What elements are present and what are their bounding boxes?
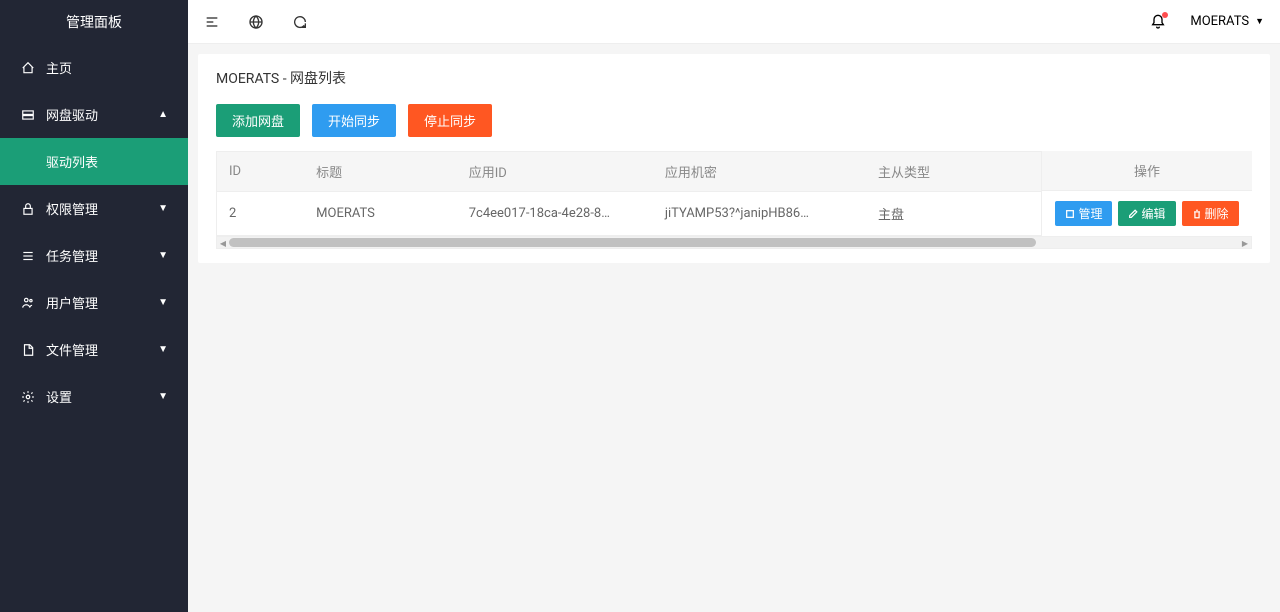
scroll-left-icon[interactable]: ◀ <box>217 237 229 249</box>
chevron-down-icon: ▼ <box>158 297 168 308</box>
add-disk-button[interactable]: 添加网盘 <box>216 104 300 137</box>
sidebar-item-label: 设置 <box>46 387 158 406</box>
globe-icon[interactable] <box>248 14 264 30</box>
chevron-down-icon: ▼ <box>158 391 168 402</box>
sidebar-item-users[interactable]: 用户管理 ▼ <box>0 279 188 326</box>
stop-sync-button[interactable]: 停止同步 <box>408 104 492 137</box>
drive-icon <box>20 107 36 123</box>
manage-button[interactable]: 管理 <box>1055 201 1112 226</box>
refresh-icon[interactable] <box>292 14 308 30</box>
scrollbar-thumb[interactable] <box>229 238 1036 247</box>
sidebar-item-label: 权限管理 <box>46 199 158 218</box>
col-title: 标题 <box>304 152 457 192</box>
sidebar-item-label: 网盘驱动 <box>46 105 158 124</box>
col-app-id: 应用ID <box>457 152 653 192</box>
delete-button[interactable]: 删除 <box>1182 201 1239 226</box>
users-icon <box>20 295 36 311</box>
scroll-right-icon[interactable]: ▶ <box>1239 237 1251 249</box>
sidebar-item-drive[interactable]: 网盘驱动 ▲ <box>0 91 188 138</box>
col-action: 操作 <box>1042 151 1252 191</box>
col-app-secret: 应用机密 <box>653 152 866 192</box>
horizontal-scrollbar[interactable]: ◀ ▶ <box>216 237 1252 249</box>
user-menu[interactable]: MOERATS ▼ <box>1190 14 1264 29</box>
notification-dot <box>1162 12 1168 18</box>
lock-icon <box>20 201 36 217</box>
page-title: MOERATS - 网盘列表 <box>216 68 1252 88</box>
files-icon <box>20 342 36 358</box>
sidebar-title: 管理面板 <box>0 0 188 44</box>
sidebar-item-settings[interactable]: 设置 ▼ <box>0 373 188 420</box>
chevron-down-icon: ▼ <box>158 203 168 214</box>
col-id: ID <box>217 152 304 192</box>
chevron-down-icon: ▼ <box>158 250 168 261</box>
gear-icon <box>20 389 36 405</box>
chevron-down-icon: ▼ <box>1255 16 1264 27</box>
chevron-down-icon: ▼ <box>158 344 168 355</box>
tasks-icon <box>20 248 36 264</box>
sidebar-subitem-label: 驱动列表 <box>46 152 98 171</box>
sidebar-item-tasks[interactable]: 任务管理 ▼ <box>0 232 188 279</box>
menu-toggle-icon[interactable] <box>204 14 220 30</box>
chevron-up-icon: ▲ <box>158 109 168 120</box>
cell-app-secret: jiTYAMP53?^janipHB86… <box>653 192 866 236</box>
sidebar-item-label: 主页 <box>46 58 168 77</box>
cell-app-id: 7c4ee017-18ca-4e28-8… <box>457 192 653 236</box>
notifications-icon[interactable] <box>1150 14 1166 30</box>
sidebar-item-label: 用户管理 <box>46 293 158 312</box>
home-icon <box>20 60 36 76</box>
user-name: MOERATS <box>1190 14 1249 29</box>
sidebar-item-permission[interactable]: 权限管理 ▼ <box>0 185 188 232</box>
sidebar-item-label: 任务管理 <box>46 246 158 265</box>
sidebar-item-label: 文件管理 <box>46 340 158 359</box>
cell-id: 2 <box>217 192 304 236</box>
sidebar-item-files[interactable]: 文件管理 ▼ <box>0 326 188 373</box>
start-sync-button[interactable]: 开始同步 <box>312 104 396 137</box>
edit-button[interactable]: 编辑 <box>1118 201 1175 226</box>
sidebar-subitem-drive-list[interactable]: 驱动列表 <box>0 138 188 185</box>
cell-master-type: 主盘 <box>866 192 1060 236</box>
col-master-type: 主从类型 <box>866 152 1060 192</box>
cell-title: MOERATS <box>304 192 457 236</box>
sidebar-item-home[interactable]: 主页 <box>0 44 188 91</box>
